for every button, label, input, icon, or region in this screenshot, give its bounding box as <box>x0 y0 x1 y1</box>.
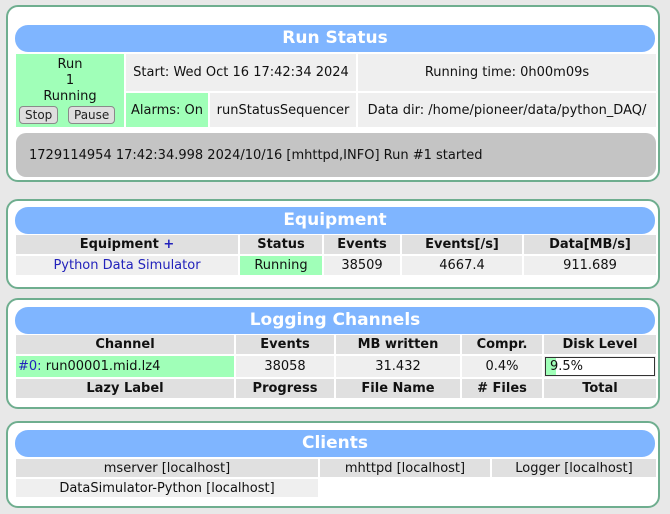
total-header: Total <box>544 379 656 398</box>
run-number: 1 <box>65 73 75 88</box>
equipment-panel: Equipment Equipment + Status Events Even… <box>6 199 660 289</box>
equipment-title: Equipment <box>15 207 655 234</box>
run-label: Run <box>57 57 83 72</box>
client-item: Logger [localhost] <box>492 459 656 477</box>
compression: 0.4% <box>462 356 542 377</box>
equipment-name-cell: Python Data Simulator <box>16 256 238 275</box>
run-state: Running <box>43 89 97 104</box>
clients-title: Clients <box>15 430 655 457</box>
running-time: Running time: 0h00m09s <box>358 54 656 91</box>
client-item: DataSimulator-Python [localhost] <box>16 479 318 497</box>
data-dir: Data dir: /home/pioneer/data/python_DAQ/ <box>358 93 656 127</box>
progress-header: Progress <box>236 379 334 398</box>
rate-header: Events[/s] <box>402 235 522 254</box>
equipment-name-link[interactable]: Python Data Simulator <box>53 258 200 273</box>
run-status-title: Run Status <box>15 25 655 52</box>
start-time: Start: Wed Oct 16 17:42:34 2024 <box>126 54 356 91</box>
client-item: mhttpd [localhost] <box>320 459 490 477</box>
logging-channels-panel: Logging Channels Channel Events MB writt… <box>6 298 660 409</box>
equipment-data-rate: 911.689 <box>524 256 656 275</box>
add-equipment-link[interactable]: + <box>163 237 174 252</box>
logging-title: Logging Channels <box>15 307 655 334</box>
disk-level-cell: 9.5% <box>544 356 656 377</box>
alarms-status[interactable]: Alarms: On <box>126 93 208 127</box>
log-events-header: Events <box>236 335 334 354</box>
disk-level-bar: 9.5% <box>545 357 655 376</box>
compr-header: Compr. <box>462 335 542 354</box>
pause-button[interactable]: Pause <box>68 106 116 124</box>
mb-written: 31.432 <box>336 356 460 377</box>
num-files-header: # Files <box>462 379 542 398</box>
file-name-header: File Name <box>336 379 460 398</box>
events-header: Events <box>324 235 400 254</box>
log-events: 38058 <box>236 356 334 377</box>
status-header: Status <box>240 235 322 254</box>
clients-panel: Clients mserver [localhost] mhttpd [loca… <box>6 421 660 508</box>
mb-written-header: MB written <box>336 335 460 354</box>
sequencer-status[interactable]: runStatusSequencer <box>210 93 356 127</box>
equipment-header-label: Equipment <box>79 237 159 252</box>
channel-file: run00001.mid.lz4 <box>45 359 161 374</box>
run-state-box: Run 1 Running Stop Pause <box>16 54 124 127</box>
channel-header: Channel <box>16 335 234 354</box>
equipment-events: 38509 <box>324 256 400 275</box>
run-status-panel: Run Status Run 1 Running Stop Pause Star… <box>6 5 660 182</box>
equipment-status: Running <box>240 256 322 275</box>
disk-level-value: 9.5% <box>550 359 584 374</box>
data-rate-header: Data[MB/s] <box>524 235 656 254</box>
channel-cell: #0: run00001.mid.lz4 <box>16 356 234 377</box>
lazy-label-header: Lazy Label <box>16 379 234 398</box>
last-message: 1729114954 17:42:34.998 2024/10/16 [mhtt… <box>29 147 483 163</box>
client-item: mserver [localhost] <box>16 459 318 477</box>
equipment-header: Equipment + <box>16 235 238 254</box>
message-bar[interactable]: 1729114954 17:42:34.998 2024/10/16 [mhtt… <box>16 133 656 177</box>
channel-link[interactable]: #0: <box>18 359 42 374</box>
disk-level-header: Disk Level <box>544 335 656 354</box>
equipment-rate: 4667.4 <box>402 256 522 275</box>
stop-button[interactable]: Stop <box>19 106 59 124</box>
